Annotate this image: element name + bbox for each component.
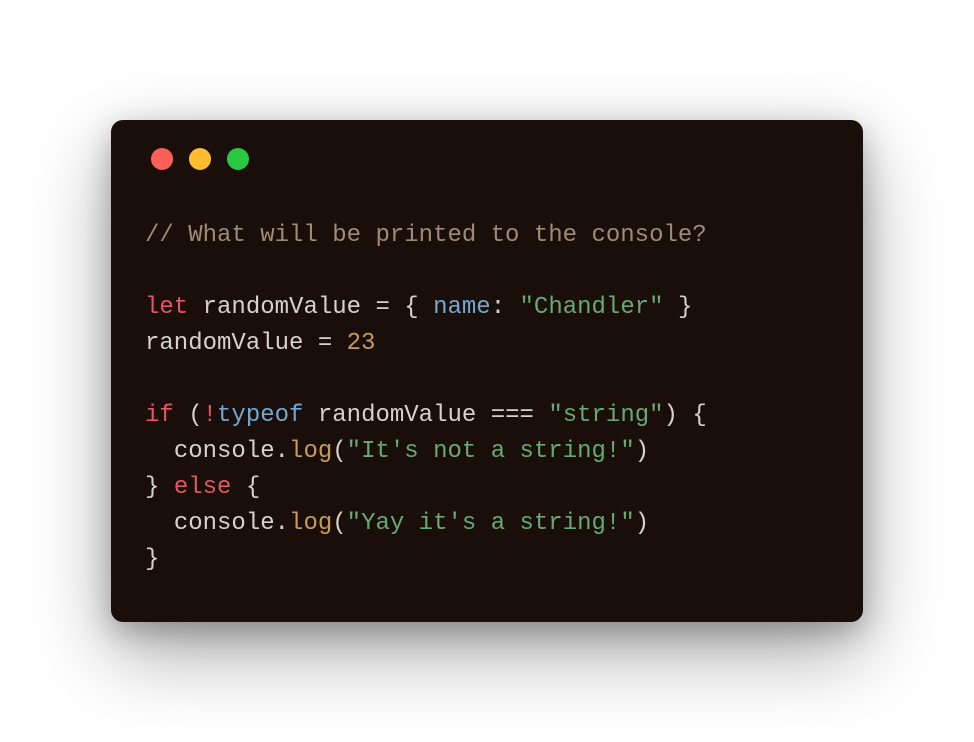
string-literal: "string" <box>548 402 663 429</box>
keyword-else: else <box>174 474 232 501</box>
operator-not: ! <box>203 402 217 429</box>
method-log: log <box>289 510 332 537</box>
code-block: // What will be printed to the console? … <box>145 218 829 578</box>
paren: ) <box>635 438 649 465</box>
code-window: // What will be printed to the console? … <box>111 120 863 622</box>
dot: . <box>275 438 289 465</box>
brace: } <box>664 294 693 321</box>
dot: . <box>275 510 289 537</box>
punct: = <box>361 294 404 321</box>
number-literal: 23 <box>347 330 376 357</box>
property-name: name <box>433 294 491 321</box>
indent <box>145 510 174 537</box>
identifier: randomValue <box>203 294 361 321</box>
punct: = <box>303 330 346 357</box>
space <box>303 402 317 429</box>
brace: { <box>231 474 260 501</box>
string-literal: "It's not a string!" <box>347 438 635 465</box>
punct: ( <box>174 402 203 429</box>
operator-eqeqeq: === <box>476 402 548 429</box>
identifier-console: console <box>174 510 275 537</box>
keyword-if: if <box>145 402 174 429</box>
keyword-typeof: typeof <box>217 402 303 429</box>
string-literal: "Chandler" <box>520 294 664 321</box>
method-log: log <box>289 438 332 465</box>
code-comment: // What will be printed to the console? <box>145 222 707 249</box>
minimize-icon[interactable] <box>189 148 211 170</box>
close-icon[interactable] <box>151 148 173 170</box>
paren: ( <box>332 510 346 537</box>
paren: ( <box>332 438 346 465</box>
brace: { <box>404 294 433 321</box>
identifier: randomValue <box>318 402 476 429</box>
brace: } <box>145 546 159 573</box>
string-literal: "Yay it's a string!" <box>347 510 635 537</box>
brace: } <box>145 474 174 501</box>
identifier: randomValue <box>145 330 303 357</box>
punct: ) { <box>664 402 707 429</box>
paren: ) <box>635 510 649 537</box>
identifier-console: console <box>174 438 275 465</box>
indent <box>145 438 174 465</box>
punct: : <box>491 294 520 321</box>
traffic-lights <box>151 148 829 170</box>
maximize-icon[interactable] <box>227 148 249 170</box>
keyword-let: let <box>145 294 188 321</box>
